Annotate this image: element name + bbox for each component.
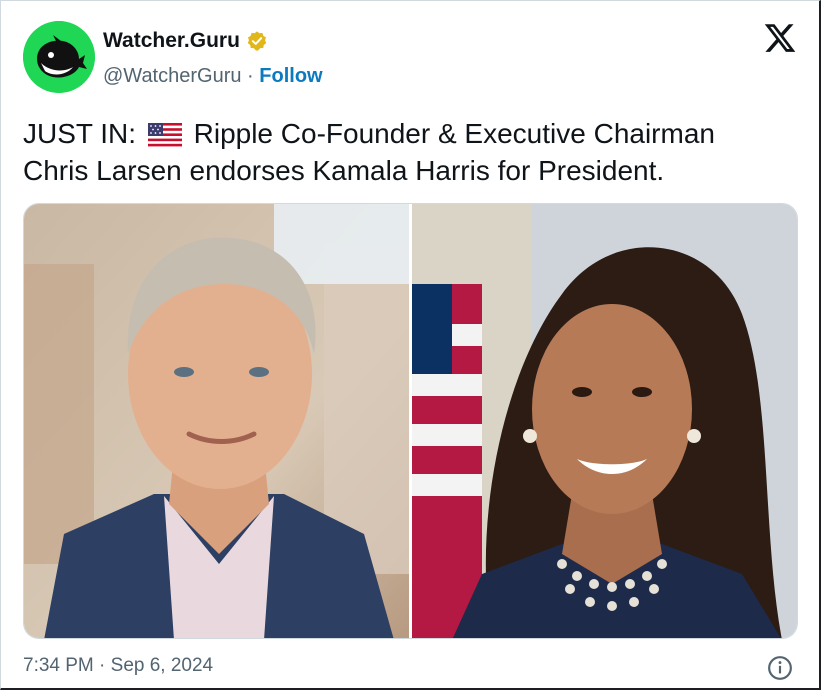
author-display-name[interactable]: Watcher.Guru bbox=[103, 29, 240, 53]
tweet-timestamp[interactable]: 7:34 PM · Sep 6, 2024 bbox=[23, 655, 213, 677]
photo-chris-larsen[interactable] bbox=[24, 204, 409, 638]
tweet-media[interactable] bbox=[23, 203, 798, 639]
handle-row: @WatcherGuru · Follow bbox=[103, 65, 323, 88]
author-name[interactable]: Watcher.Guru bbox=[103, 29, 268, 53]
x-logo-icon[interactable] bbox=[763, 21, 797, 55]
author-handle[interactable]: @WatcherGuru bbox=[103, 65, 242, 87]
photo-kamala-harris-image bbox=[412, 204, 797, 638]
photo-chris-larsen-image bbox=[24, 204, 409, 638]
tweet-embed-card: Watcher.Guru @WatcherGuru · Follow JUST … bbox=[0, 0, 821, 690]
follow-button[interactable]: Follow bbox=[259, 65, 322, 87]
handle-separator: · bbox=[241, 65, 260, 87]
photo-kamala-harris[interactable] bbox=[412, 204, 797, 638]
tweet-text: JUST IN: Ripple Co-Founder & Executive C… bbox=[23, 115, 783, 189]
info-icon[interactable] bbox=[767, 655, 793, 681]
us-flag-icon bbox=[147, 123, 182, 147]
whale-logo-icon bbox=[23, 21, 95, 93]
tweet-text-prefix: JUST IN: bbox=[23, 118, 144, 149]
author-avatar[interactable] bbox=[23, 21, 95, 93]
verified-gold-badge-icon bbox=[247, 31, 267, 51]
